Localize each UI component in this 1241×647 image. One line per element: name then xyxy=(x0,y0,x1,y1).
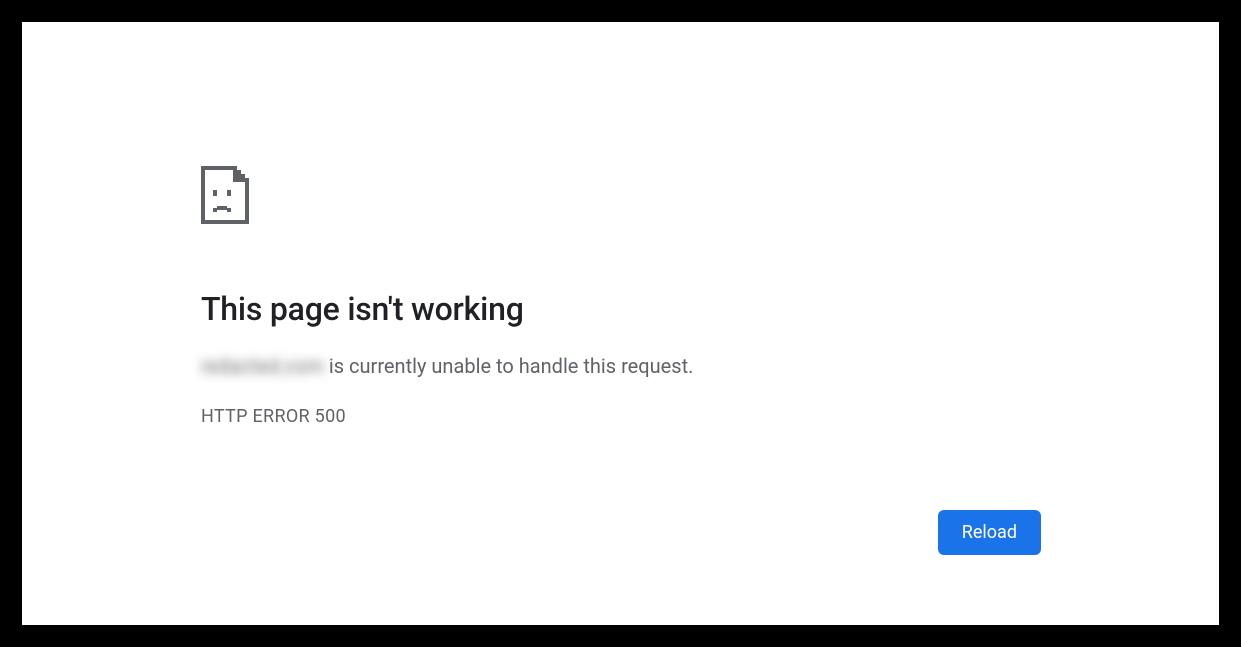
sad-file-icon xyxy=(201,166,1041,228)
error-code: HTTP ERROR 500 xyxy=(201,406,1041,427)
message-suffix: is currently unable to handle this reque… xyxy=(324,354,693,378)
error-title: This page isn't working xyxy=(201,290,1041,328)
error-page: This page isn't working redacted.com is … xyxy=(22,22,1219,625)
domain-text: redacted.com xyxy=(201,354,324,378)
reload-button[interactable]: Reload xyxy=(938,510,1041,555)
error-message: redacted.com is currently unable to hand… xyxy=(201,352,1041,380)
error-content: This page isn't working redacted.com is … xyxy=(201,166,1041,427)
